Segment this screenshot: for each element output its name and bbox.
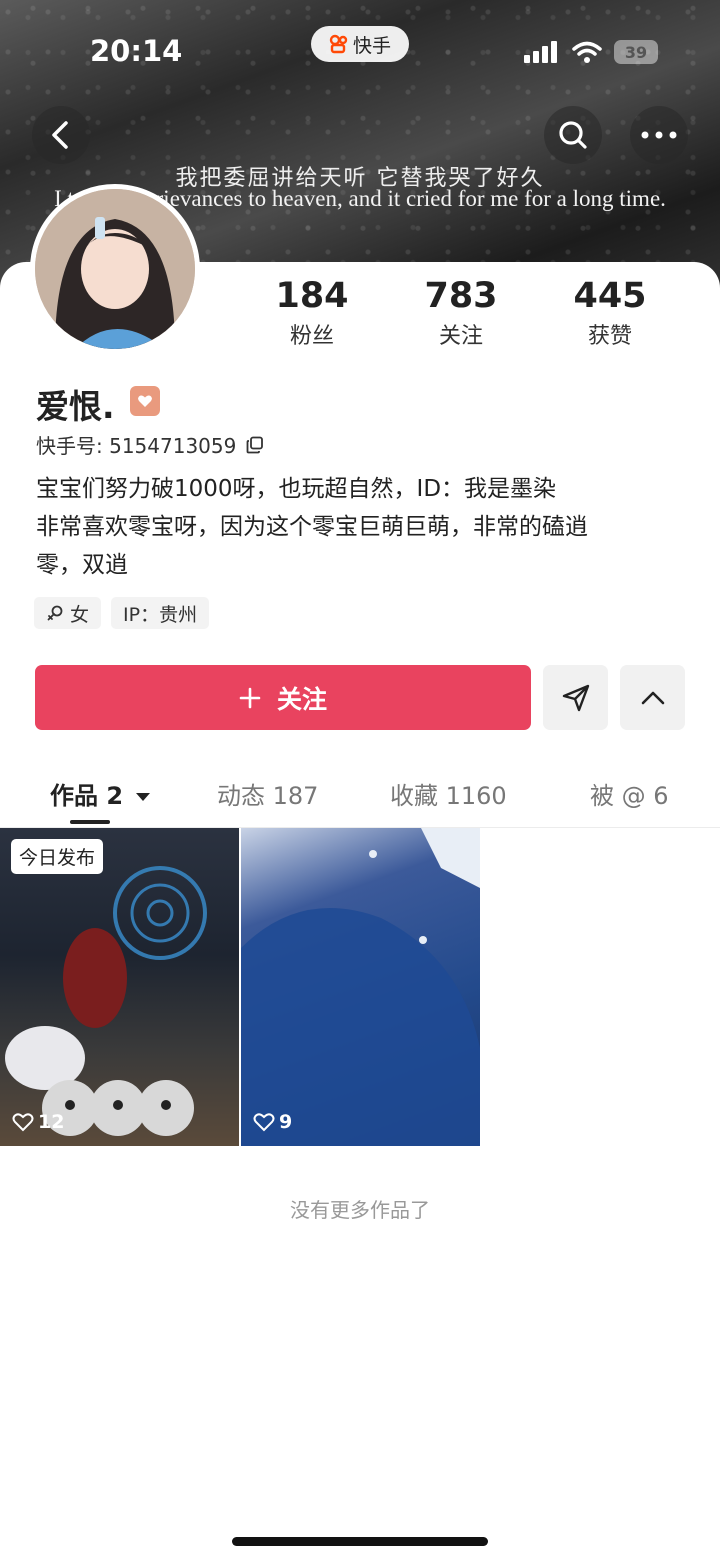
status-time: 20:14: [90, 34, 183, 68]
work-thumbnail-image: [241, 828, 480, 1146]
profile-bio: 宝宝们努力破1000呀，也玩超自然，ID：我是墨染 非常喜欢零宝呀，因为这个零宝…: [36, 470, 676, 584]
stat-fans-value: 184: [275, 276, 349, 316]
stat-following[interactable]: 783 关注: [401, 276, 521, 350]
more-icon: [641, 131, 677, 139]
app-indicator-pill[interactable]: 快手: [311, 26, 409, 62]
tab-active-indicator: [70, 820, 110, 824]
caret-down-icon: [136, 793, 151, 801]
tab-favorites[interactable]: 收藏 1160: [390, 776, 507, 811]
chevron-up-icon: [641, 691, 664, 704]
home-indicator[interactable]: [232, 1537, 488, 1546]
stat-fans-label: 粉丝: [289, 324, 334, 349]
bio-line: 零，双逍: [36, 552, 128, 578]
collapse-button[interactable]: [620, 665, 685, 730]
follow-label: 关注: [276, 684, 327, 714]
level-badge-icon[interactable]: [130, 386, 160, 416]
gender-tag: 女: [34, 597, 102, 629]
profile-tags: 女 IP：贵州: [34, 597, 210, 629]
battery-indicator: 39: [614, 40, 658, 64]
stat-likes-value: 445: [573, 276, 647, 316]
stat-fans[interactable]: 184 粉丝: [252, 276, 372, 350]
tab-works[interactable]: 作品 2: [50, 776, 151, 811]
bio-line: 宝宝们努力破1000呀，也玩超自然，ID：我是墨染: [36, 476, 557, 502]
profile-name: 爱恨.: [36, 387, 115, 426]
tab-moments[interactable]: 动态 187: [217, 776, 318, 811]
share-button[interactable]: [543, 665, 608, 730]
search-button[interactable]: [544, 106, 602, 164]
work-likes: 12: [12, 1111, 64, 1133]
follow-button[interactable]: 关注: [35, 665, 531, 730]
kuaishou-id: 快手号: 5154713059: [36, 430, 264, 459]
stat-following-label: 关注: [438, 324, 483, 349]
chevron-left-icon: [52, 121, 68, 149]
signal-icon: [524, 41, 557, 63]
heart-outline-icon: [253, 1113, 275, 1132]
stat-likes-label: 获赞: [587, 324, 632, 349]
send-icon: [562, 684, 589, 711]
content-tabs: 作品 2 动态 187 收藏 1160 被 @ 6: [0, 770, 720, 828]
app-name: 快手: [352, 34, 391, 57]
ip-location-label: IP：贵州: [123, 603, 198, 626]
avatar-image: [35, 189, 195, 349]
work-likes: 9: [253, 1111, 292, 1133]
kuaishou-id-text: 快手号: 5154713059: [36, 434, 237, 458]
wifi-icon: [572, 41, 602, 63]
plus-icon: [239, 687, 261, 708]
avatar[interactable]: [30, 184, 200, 354]
ip-location-tag: IP：贵州: [111, 597, 210, 629]
heart-badge-icon: [138, 395, 152, 407]
work-likes-count: 12: [38, 1111, 65, 1133]
today-published-badge: 今日发布: [11, 839, 104, 874]
tab-works-label: 作品 2: [50, 782, 124, 810]
work-thumbnail[interactable]: 今日发布 12: [0, 828, 239, 1146]
status-icons: 39: [524, 40, 658, 64]
stat-likes[interactable]: 445 获赞: [550, 276, 670, 350]
tab-mentioned[interactable]: 被 @ 6: [590, 776, 669, 811]
bio-line: 非常喜欢零宝呀，因为这个零宝巨萌巨萌，非常的磕逍: [36, 514, 588, 540]
kuaishou-logo-icon: [329, 34, 348, 54]
more-button[interactable]: [630, 106, 688, 164]
work-likes-count: 9: [279, 1111, 293, 1133]
copy-icon[interactable]: [246, 436, 264, 454]
back-button[interactable]: [32, 106, 90, 164]
stat-following-value: 783: [424, 276, 498, 316]
heart-outline-icon: [12, 1113, 34, 1132]
work-thumbnail-image: [5, 866, 207, 1136]
work-thumbnail[interactable]: 9: [241, 828, 480, 1146]
gender-label: 女: [70, 603, 90, 626]
search-icon: [559, 121, 587, 149]
female-icon: [47, 605, 63, 621]
no-more-works-text: 没有更多作品了: [290, 1198, 430, 1222]
